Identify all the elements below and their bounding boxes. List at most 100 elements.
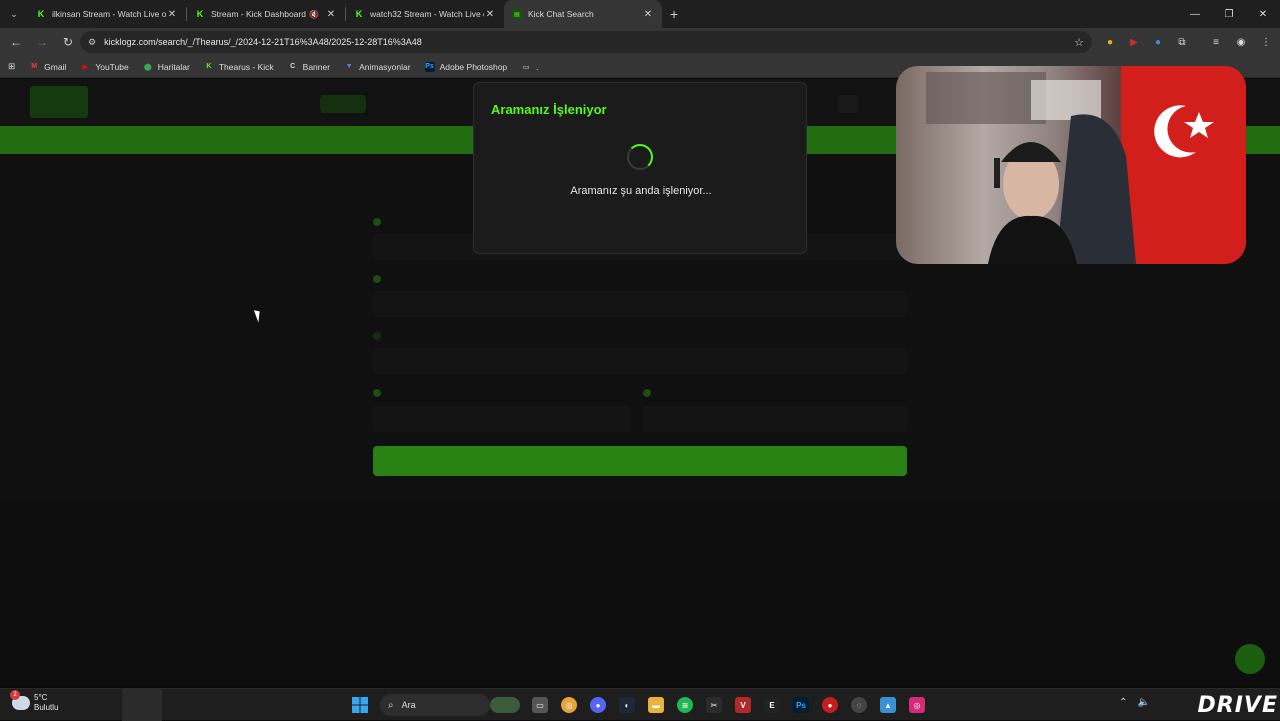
task-view-icon[interactable]: ▭ — [532, 697, 548, 713]
bookmark-folder[interactable]: ▭. — [521, 61, 539, 72]
bookmark-kick[interactable]: K Thearus - Kick — [204, 62, 273, 72]
spotify-icon[interactable]: ≋ — [677, 697, 693, 713]
photoshop-icon[interactable]: Ps — [793, 697, 809, 713]
system-tray: ⌃ 🔈 — [1119, 697, 1150, 708]
url-text: kicklogz.com/search/_/Thearus/_/2024-12-… — [104, 37, 422, 47]
instagram-icon[interactable]: ◎ — [909, 697, 925, 713]
minimize-icon[interactable]: — — [1178, 0, 1212, 28]
windows-start-icon[interactable] — [352, 697, 368, 713]
tab-1[interactable]: K ilkinsan Stream - Watch Live on ✕ — [28, 0, 186, 28]
profile-icon[interactable]: ◉ — [1231, 32, 1251, 52]
new-tab-button[interactable]: + — [670, 6, 678, 22]
extension-icon[interactable]: ▶ — [1124, 32, 1144, 52]
form-field — [643, 406, 907, 432]
kick-icon: K — [355, 9, 363, 19]
site-info-icon[interactable]: ⚙ — [88, 37, 96, 48]
bookmark-label: Adobe Photoshop — [439, 61, 508, 72]
form-field — [373, 406, 631, 432]
notification-badge: 2 — [10, 690, 20, 700]
weather-widget[interactable]: 2 5°C Bulutlu — [10, 690, 59, 713]
puzzle-icon[interactable]: ⧉ — [1172, 32, 1192, 52]
bookmark-label: Animasyonlar — [359, 61, 411, 72]
chevron-up-icon[interactable]: ⌃ — [1119, 697, 1127, 708]
bookmark-maps[interactable]: ⬤ Haritalar — [143, 62, 190, 72]
reload-icon[interactable]: ↻ — [56, 30, 80, 54]
search-icon: ⌕ — [388, 699, 394, 711]
form-label — [373, 389, 387, 397]
close-window-icon[interactable]: ✕ — [1246, 0, 1280, 28]
form-label — [373, 218, 387, 226]
extension-icon[interactable]: ● — [1100, 32, 1120, 52]
photoshop-icon: Ps — [424, 61, 435, 72]
tab-4-active[interactable]: ▤ Kick Chat Search ✕ — [504, 0, 662, 28]
forward-icon[interactable]: → — [30, 30, 54, 54]
youtube-icon: ▶ — [82, 63, 89, 71]
weather-desc: Bulutlu — [34, 703, 59, 712]
chrome-icon[interactable]: ◎ — [561, 697, 577, 713]
photos-icon[interactable]: ▲ — [880, 697, 896, 713]
copilot-icon[interactable] — [490, 697, 520, 713]
widget-thumbnail[interactable] — [122, 689, 162, 721]
bookmark-star-icon[interactable]: ☆ — [1074, 36, 1084, 49]
form-label — [373, 332, 387, 340]
form-field — [373, 291, 907, 317]
bookmark-youtube[interactable]: ▶ YouTube — [80, 61, 129, 72]
apps-icon[interactable]: ⊞ — [8, 61, 15, 72]
bookmark-animations[interactable]: ▼ Animasyonlar — [344, 62, 411, 72]
vector-icon: ▼ — [345, 63, 353, 70]
app-icon[interactable]: ● — [822, 697, 838, 713]
bookmark-gmail[interactable]: M Gmail — [29, 62, 66, 72]
taskbar-search[interactable]: ⌕ Ara — [380, 694, 490, 716]
chat-fab — [1235, 644, 1265, 674]
bookmark-label: YouTube — [95, 61, 129, 72]
form-field — [373, 348, 907, 374]
menu-icon[interactable]: ⋮ — [1256, 32, 1276, 52]
form-label — [643, 389, 657, 397]
windows-taskbar: 2 5°C Bulutlu ⌕ Ara ▭ ◎ ● ◐ ▬ ≋ ✂ V E Ps … — [0, 688, 1280, 721]
kick-icon: K — [206, 63, 212, 70]
tab-strip: ⌄ K ilkinsan Stream - Watch Live on ✕ K … — [0, 0, 1280, 28]
tab-search-button[interactable]: ⌄ — [4, 4, 24, 24]
bookmark-photoshop[interactable]: Ps Adobe Photoshop — [424, 61, 508, 72]
webcam-scene — [926, 66, 1246, 264]
extension-icon[interactable]: ● — [1148, 32, 1168, 52]
weather-temp: 5°C — [34, 693, 48, 702]
obs-icon[interactable]: ◌ — [851, 697, 867, 713]
search-button — [373, 446, 907, 476]
bookmark-banner[interactable]: C Banner — [288, 62, 330, 72]
tab-3[interactable]: K watch32 Stream - Watch Live o ✕ — [346, 0, 504, 28]
tab-title: watch32 Stream - Watch Live o — [370, 9, 484, 19]
file-explorer-icon[interactable]: ▬ — [648, 697, 664, 713]
modal-title: Aramanız İşleniyor — [491, 102, 607, 117]
folder-icon: ▭ — [522, 63, 530, 71]
maps-icon: ⬤ — [143, 63, 152, 71]
tab-2[interactable]: K Stream - Kick Dashboard 🔇 ✕ — [187, 0, 345, 28]
close-icon[interactable]: ✕ — [484, 9, 496, 20]
modal-message: Aramanız şu anda işleniyor... — [570, 185, 712, 197]
close-icon[interactable]: ✕ — [642, 9, 654, 20]
drive-brand-overlay: DRIVE — [1197, 693, 1278, 718]
bookmark-label: Haritalar — [157, 61, 190, 72]
address-bar[interactable]: ⚙ kicklogz.com/search/_/Thearus/_/2024-1… — [80, 31, 1092, 53]
gmail-icon: M — [31, 63, 38, 70]
epic-games-icon[interactable]: E — [764, 697, 780, 713]
close-icon[interactable]: ✕ — [166, 9, 178, 20]
maximize-icon[interactable]: ❐ — [1212, 0, 1246, 28]
media-control-icon[interactable]: ≡ — [1206, 32, 1226, 52]
nav-item — [376, 95, 462, 113]
bookmark-label: Banner — [302, 61, 331, 72]
tab-title: Stream - Kick Dashboard — [211, 9, 306, 19]
close-icon[interactable]: ✕ — [325, 9, 337, 20]
steam-icon[interactable]: ◐ — [619, 697, 635, 713]
bookmark-label: . — [536, 61, 539, 72]
speaker-icon[interactable]: 🔈 — [1138, 697, 1150, 708]
tab-title: Kick Chat Search — [528, 9, 594, 19]
muted-speaker-icon[interactable]: 🔇 — [309, 10, 319, 19]
site-logo — [30, 86, 88, 118]
back-icon[interactable]: ← — [4, 30, 28, 54]
discord-icon[interactable]: ● — [590, 697, 606, 713]
nav-item — [320, 95, 366, 113]
voicemeeter-icon[interactable]: V — [735, 697, 751, 713]
capcut-icon[interactable]: ✂ — [706, 697, 722, 713]
tab-title: ilkinsan Stream - Watch Live on — [52, 9, 166, 19]
